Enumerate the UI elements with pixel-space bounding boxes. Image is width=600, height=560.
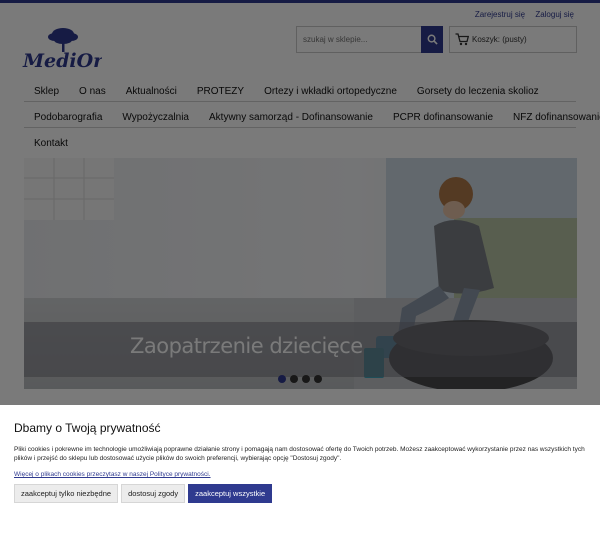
nav-item-podobarografia[interactable]: Podobarografia bbox=[24, 112, 112, 127]
register-link[interactable]: Zarejestruj się bbox=[475, 10, 525, 19]
slider-dot-3[interactable] bbox=[302, 375, 310, 383]
search-icon bbox=[427, 34, 438, 45]
mediorth-logo[interactable]: MediOrth bbox=[22, 25, 126, 72]
top-accent-bar bbox=[0, 0, 600, 3]
main-nav-row-3: Kontakt bbox=[24, 138, 576, 152]
cart-button[interactable]: Koszyk: (pusty) bbox=[449, 26, 577, 53]
accept-necessary-button[interactable]: zaakceptuj tylko niezbędne bbox=[14, 484, 119, 503]
nav-item-nfz[interactable]: NFZ dofinansowanie bbox=[503, 112, 600, 127]
customize-consent-button[interactable]: dostosuj zgody bbox=[121, 484, 186, 503]
account-links: Zarejestruj się Zaloguj się bbox=[467, 10, 574, 19]
search-button[interactable] bbox=[421, 26, 443, 53]
nav-item-sklep[interactable]: Sklep bbox=[24, 86, 69, 101]
slider-dot-2[interactable] bbox=[290, 375, 298, 383]
main-nav-row-1: Sklep O nas Aktualności PROTEZY Ortezy i… bbox=[24, 86, 576, 102]
nav-item-ortezy[interactable]: Ortezy i wkładki ortopedyczne bbox=[254, 86, 407, 101]
nav-item-aktywny-samorzad[interactable]: Aktywny samorząd - Dofinansowanie bbox=[199, 112, 383, 127]
nav-item-gorsety[interactable]: Gorsety do leczenia skolioz bbox=[407, 86, 549, 101]
accept-all-button[interactable]: zaakceptuj wszystkie bbox=[188, 484, 273, 503]
nav-item-aktualnosci[interactable]: Aktualności bbox=[116, 86, 187, 101]
cart-label: Koszyk: (pusty) bbox=[472, 35, 527, 44]
privacy-policy-link[interactable]: Więcej o plikach cookies przeczytasz w n… bbox=[14, 471, 211, 478]
search-box bbox=[296, 26, 443, 53]
store-page: Zarejestruj się Zaloguj się MediOrth bbox=[0, 0, 600, 405]
nav-item-pcpr[interactable]: PCPR dofinansowanie bbox=[383, 112, 503, 127]
slide-caption: Zaopatrzenie dziecięce bbox=[130, 334, 363, 358]
cookie-title: Dbamy o Twoją prywatność bbox=[14, 421, 161, 435]
slider-dot-1[interactable] bbox=[278, 375, 286, 383]
nav-item-protezy[interactable]: PROTEZY bbox=[187, 86, 254, 101]
slider-pagination bbox=[278, 375, 326, 383]
cookie-text: Pliki cookies i pokrewne im technologie … bbox=[14, 446, 585, 462]
cart-icon bbox=[455, 33, 469, 46]
svg-text:MediOrth: MediOrth bbox=[22, 50, 102, 71]
slider-dot-4[interactable] bbox=[314, 375, 322, 383]
nav-item-wypozyczalnia[interactable]: Wypożyczalnia bbox=[112, 112, 199, 127]
nav-item-kontakt[interactable]: Kontakt bbox=[24, 138, 78, 152]
login-link[interactable]: Zaloguj się bbox=[535, 10, 574, 19]
main-nav-row-2: Podobarografia Wypożyczalnia Aktywny sam… bbox=[24, 112, 600, 128]
cookie-buttons: zaakceptuj tylko niezbędne dostosuj zgod… bbox=[14, 484, 275, 503]
search-input[interactable] bbox=[297, 27, 421, 52]
cookie-consent-panel: Dbamy o Twoją prywatność Pliki cookies i… bbox=[0, 405, 600, 560]
hero-slider[interactable]: Zaopatrzenie dziecięce bbox=[24, 158, 577, 389]
nav-item-o-nas[interactable]: O nas bbox=[69, 86, 116, 101]
